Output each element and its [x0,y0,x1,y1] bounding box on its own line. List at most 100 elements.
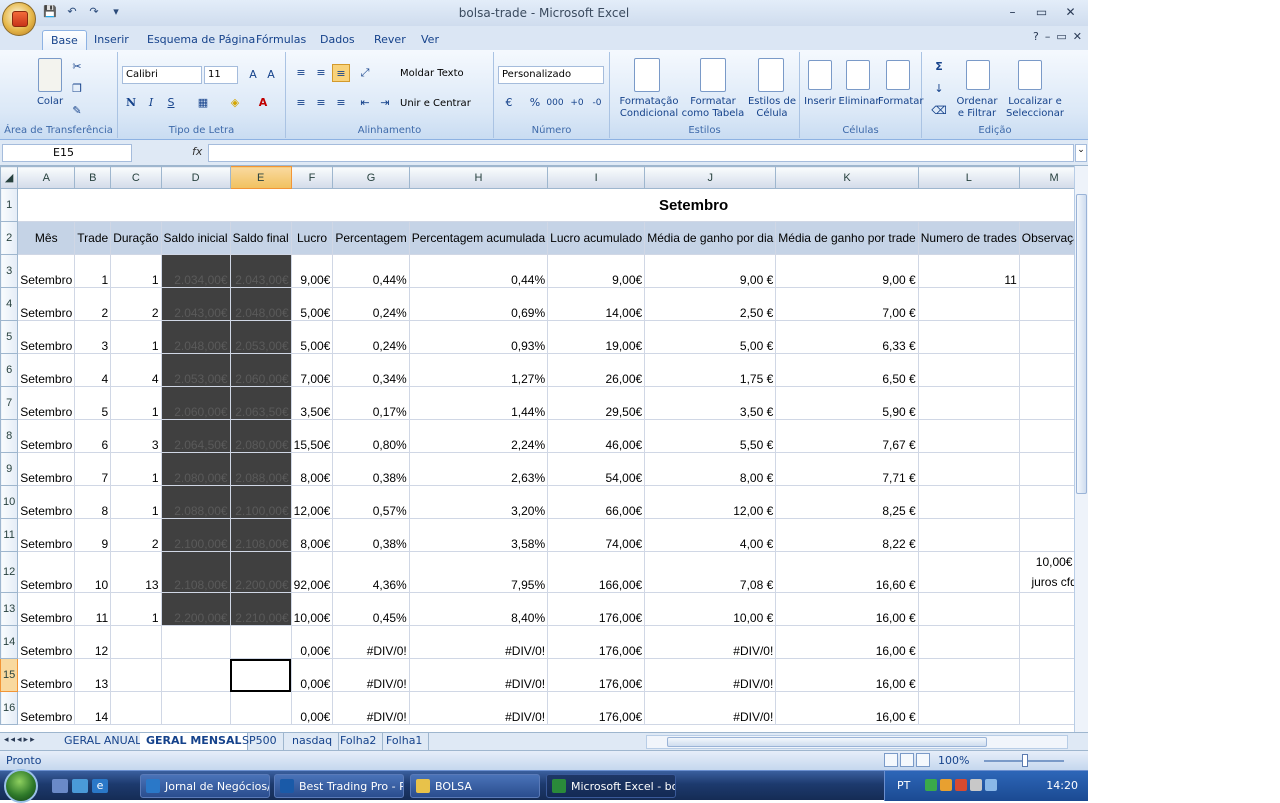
sheet-tab[interactable]: SP500 [236,733,284,750]
cell-j[interactable]: 9,00 € [644,254,777,288]
sort-filter-button[interactable]: Ordenar e Filtrar [954,96,1000,120]
language-indicator[interactable]: PT [897,779,910,792]
cell-b[interactable]: 12 [74,625,112,659]
column-header[interactable]: J [644,166,777,189]
column-title[interactable]: Lucro acumulado [547,221,646,255]
cell-f[interactable]: 8,00€ [290,518,334,552]
column-header[interactable]: F [290,166,334,189]
find-select-icon[interactable] [1018,60,1042,90]
cell-l[interactable] [917,320,1020,354]
cell-k[interactable]: 8,25 € [775,485,919,519]
cell-m[interactable] [1018,518,1074,552]
underline-button[interactable]: S [162,94,180,112]
cell-styles-button[interactable]: Estilos de Célula [746,96,798,120]
copy-icon[interactable]: ❐ [68,80,86,98]
column-header[interactable]: C [110,166,162,189]
cell-d[interactable]: 2.100,00€ [160,518,231,552]
cell-k[interactable]: 16,00 € [775,658,919,692]
tab-formulas[interactable]: Fórmulas [248,30,314,50]
cell-m[interactable] [1018,658,1074,692]
volume-icon[interactable] [970,779,982,791]
row-header[interactable]: 15 [0,658,19,692]
cell-k[interactable]: 16,60 € [775,551,919,593]
close-button[interactable]: ✕ [1057,3,1084,21]
cell-a[interactable]: Setembro [17,485,76,519]
cell-g[interactable]: 4,36% [332,551,410,593]
cell-j[interactable]: 10,00 € [644,592,777,626]
power-icon[interactable] [985,779,997,791]
formula-input[interactable] [208,144,1074,162]
maximize-button[interactable]: ▭ [1028,3,1055,21]
column-title[interactable]: Numero de trades [917,221,1020,255]
row-header[interactable]: 10 [0,485,19,519]
cell-i[interactable]: 176,00€ [547,658,646,692]
thousands-button[interactable]: 000 [546,94,564,112]
sort-filter-icon[interactable] [966,60,990,90]
increase-indent-icon[interactable]: ⇥ [376,94,394,112]
row-header[interactable]: 12 [0,551,19,593]
clear-icon[interactable]: ⌫ [930,102,948,120]
cell-h[interactable]: 2,63% [408,452,549,486]
column-header[interactable]: I [547,166,646,189]
cell-a[interactable]: Setembro [17,625,76,659]
vertical-scroll-thumb[interactable] [1076,194,1087,494]
italic-button[interactable]: I [142,94,160,112]
sheet-title[interactable]: Setembro [18,189,1074,222]
row-header[interactable]: 2 [0,221,19,255]
column-title[interactable]: Percentagem [332,221,410,255]
borders-icon[interactable]: ▦ [194,94,212,112]
cell-b[interactable]: 9 [74,518,112,552]
cell-d[interactable]: 2.043,00€ [160,287,231,321]
cell-l[interactable] [917,287,1020,321]
cell-j[interactable]: #DIV/0! [644,658,777,692]
cell-f[interactable]: 12,00€ [290,485,334,519]
cell-c[interactable] [110,658,162,692]
cell-i[interactable]: 9,00€ [547,254,646,288]
cell-b[interactable]: 1 [74,254,112,288]
cell-a[interactable]: Setembro [17,551,76,593]
font-name-select[interactable]: Calibri [122,66,202,84]
cell-d[interactable]: 2.053,00€ [160,353,231,387]
sheet-tab[interactable]: nasdaq [286,733,340,750]
cell-c[interactable] [110,691,162,725]
cell-e[interactable]: 2.063,50€ [229,386,292,420]
cell-m[interactable] [1018,592,1074,626]
cell-d[interactable]: 2.048,00€ [160,320,231,354]
row-header[interactable]: 8 [0,419,19,453]
cell-h[interactable]: 2,24% [408,419,549,453]
cell-a[interactable]: Setembro [17,287,76,321]
cell-m[interactable] [1018,320,1074,354]
cell-k[interactable]: 7,67 € [775,419,919,453]
cell-k[interactable]: 5,90 € [775,386,919,420]
sheet-tab[interactable]: Folha1 [380,733,430,750]
cell-b[interactable]: 11 [74,592,112,626]
align-left-icon[interactable]: ≡ [292,94,310,112]
cell-k[interactable]: 7,71 € [775,452,919,486]
cell-e[interactable]: 2.100,00€ [229,485,292,519]
browser-icon[interactable]: e [92,779,108,793]
cell-i[interactable]: 46,00€ [547,419,646,453]
cell-c[interactable]: 1 [110,386,162,420]
shrink-font-icon[interactable]: A [262,66,280,84]
cell-h[interactable]: 7,95% [408,551,549,593]
cell-i[interactable]: 176,00€ [547,592,646,626]
cell-m[interactable] [1018,452,1074,486]
page-break-view-icon[interactable] [916,753,930,767]
column-header[interactable]: G [332,166,410,189]
cell-e[interactable]: 2.043,00€ [229,254,292,288]
row-header[interactable]: 14 [0,625,19,659]
cell-c[interactable]: 1 [110,485,162,519]
cell-h[interactable]: 3,58% [408,518,549,552]
sheet-tab[interactable]: GERAL ANUAL [58,733,149,750]
cell-b[interactable]: 10 [74,551,112,593]
cell-i[interactable]: 66,00€ [547,485,646,519]
row-header[interactable]: 16 [0,691,19,725]
cell-a[interactable]: Setembro [17,353,76,387]
update-icon[interactable] [955,779,967,791]
cell-h[interactable]: 1,27% [408,353,549,387]
cell-l[interactable] [917,551,1020,593]
cell-j[interactable]: 12,00 € [644,485,777,519]
select-all-corner[interactable]: ◢ [0,166,19,189]
cell-c[interactable]: 13 [110,551,162,593]
cell-m[interactable] [1018,254,1074,288]
